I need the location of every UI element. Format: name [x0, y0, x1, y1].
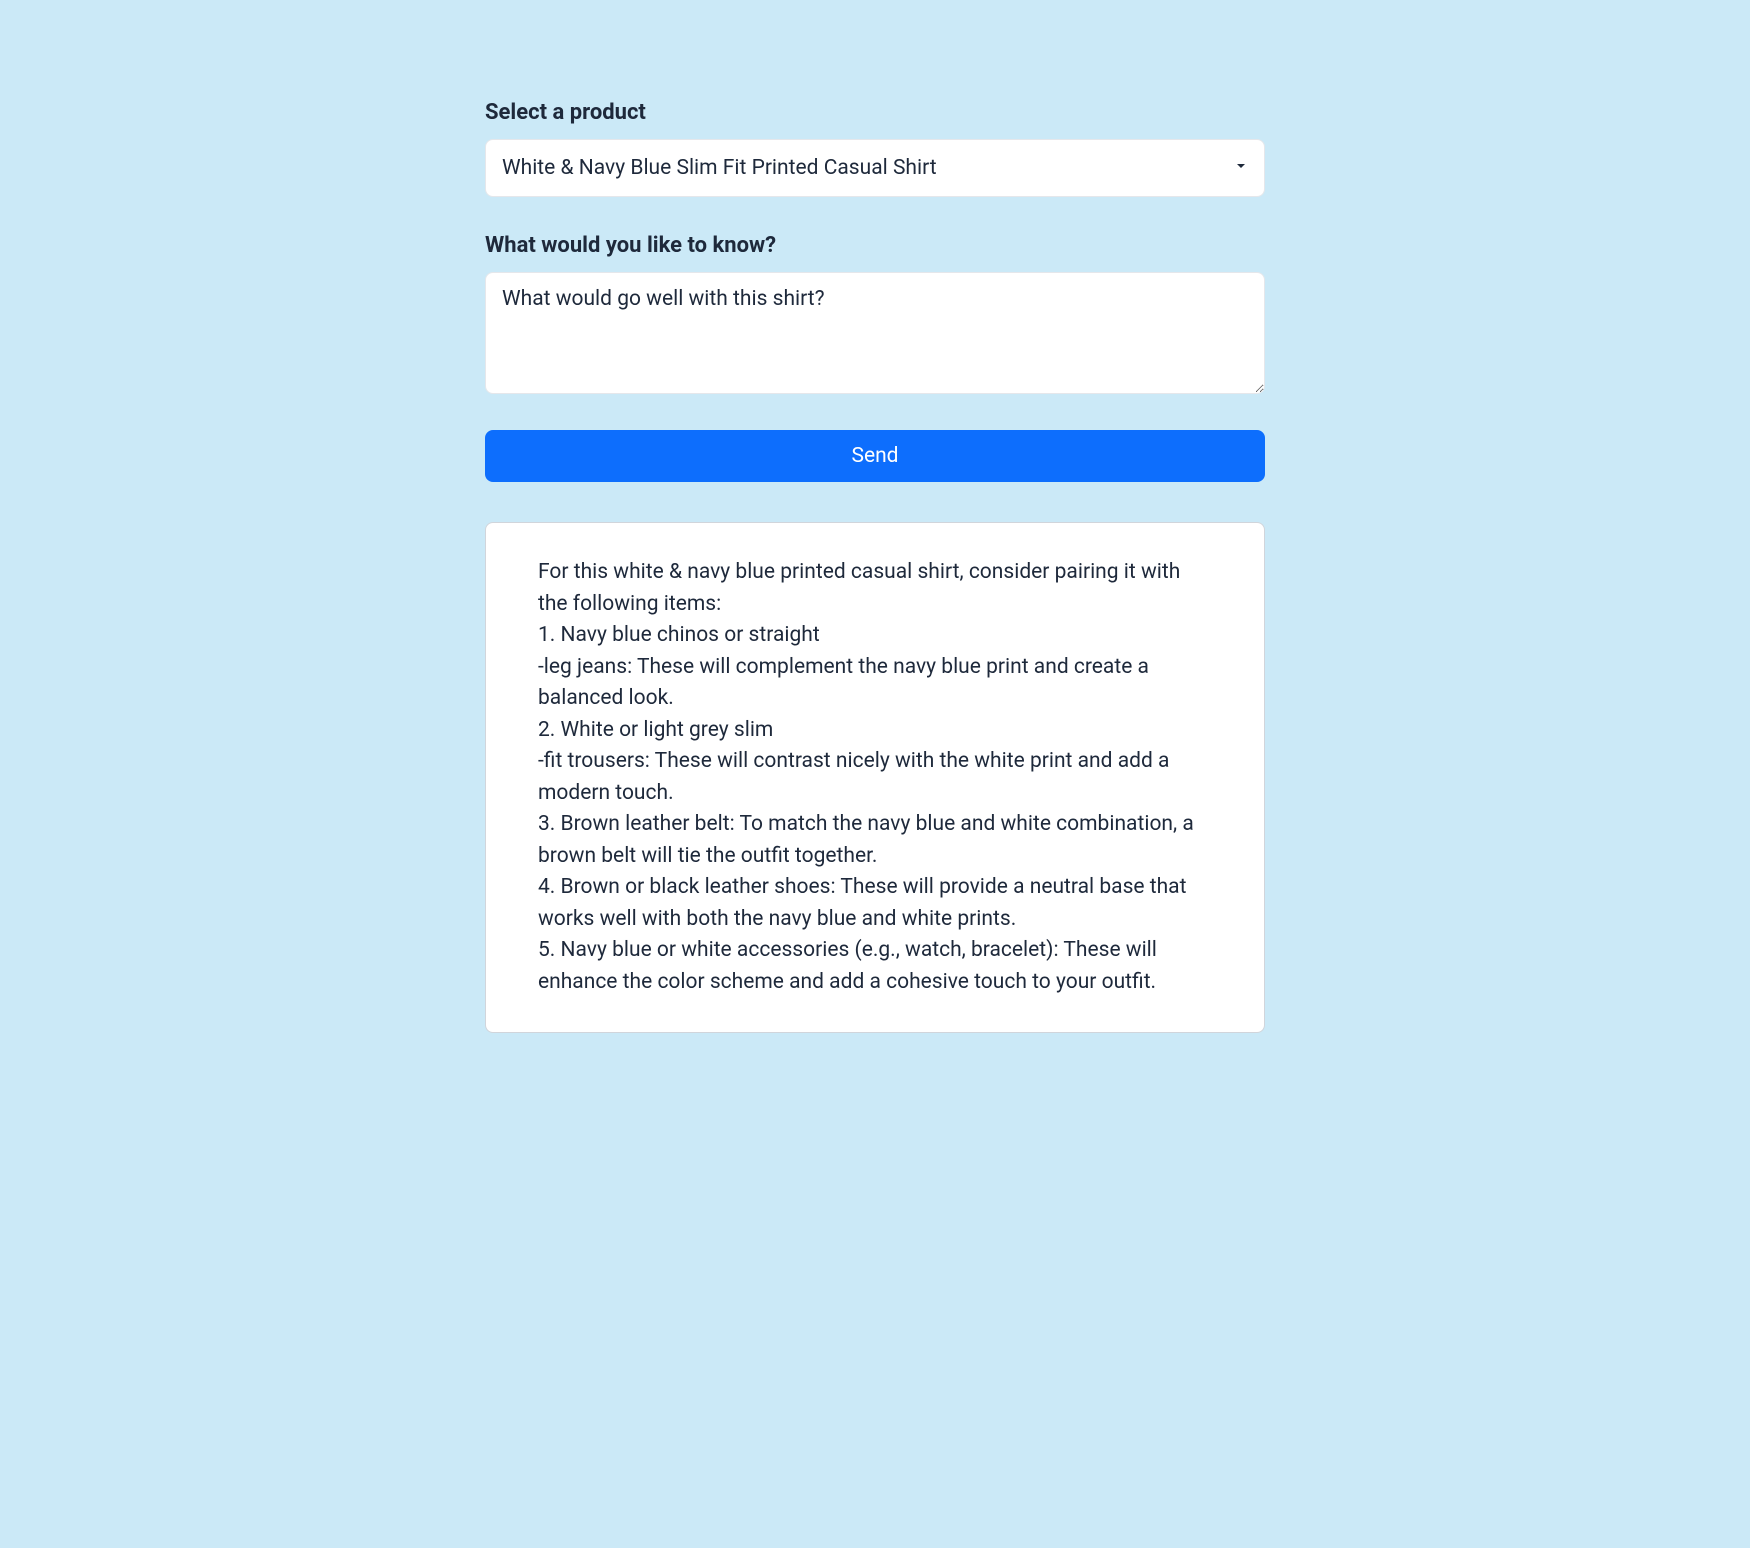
product-select-wrapper: White & Navy Blue Slim Fit Printed Casua… [485, 139, 1265, 197]
question-input-label: What would you like to know? [485, 233, 1265, 258]
product-select[interactable]: White & Navy Blue Slim Fit Printed Casua… [485, 139, 1265, 197]
question-input[interactable] [485, 272, 1265, 394]
response-text: For this white & navy blue printed casua… [538, 557, 1212, 998]
main-container: Select a product White & Navy Blue Slim … [475, 100, 1275, 1033]
response-card: For this white & navy blue printed casua… [485, 522, 1265, 1033]
send-button[interactable]: Send [485, 430, 1265, 482]
product-select-label: Select a product [485, 100, 1265, 125]
